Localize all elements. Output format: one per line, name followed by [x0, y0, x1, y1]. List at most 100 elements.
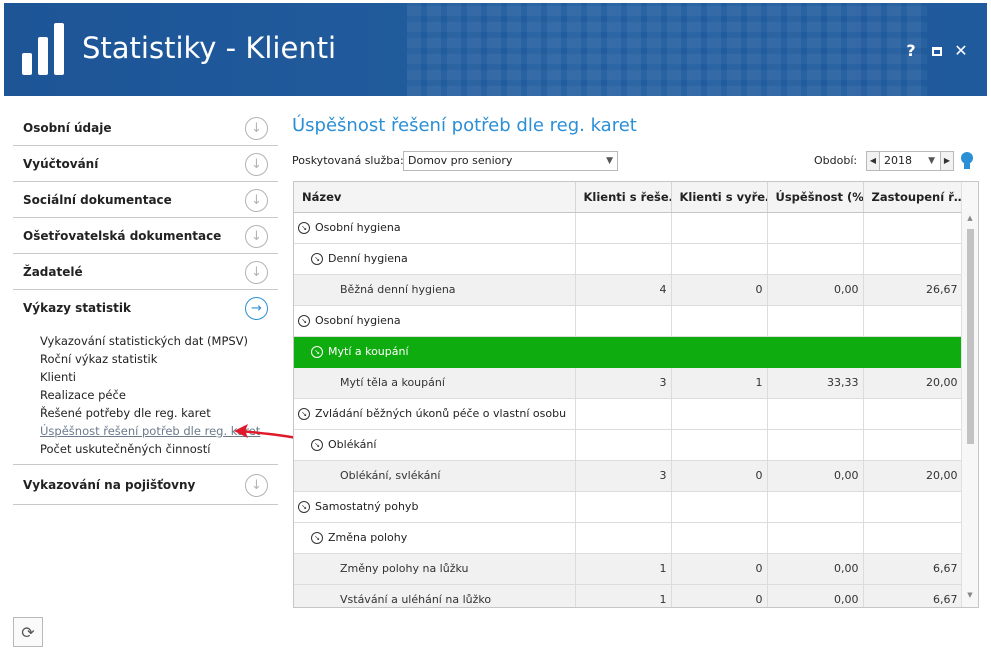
chevron-down-icon[interactable]: ↓ [245, 261, 268, 284]
cell-c4 [863, 305, 963, 337]
scroll-down-icon[interactable]: ▼ [962, 591, 978, 605]
row-label: Vstávání a uléhání na lůžko [340, 593, 492, 606]
cell-c1 [575, 429, 672, 461]
table-row[interactable]: ↘ Osobní hygiena [294, 212, 963, 244]
table-row[interactable]: ↘ Změna polohy [294, 522, 963, 554]
expand-toggle-icon[interactable]: ↘ [311, 252, 323, 265]
sidebar-section-osetrovatelska-dokumentace[interactable]: Ošetřovatelská dokumentace ↓ [13, 218, 278, 254]
data-grid: Název Klienti s řeše… Klienti s vyře… Ús… [293, 181, 979, 608]
cell-c1 [575, 243, 672, 275]
service-select[interactable]: Domov pro seniory ▼ [403, 151, 618, 171]
sidebar-item-klienti[interactable]: Klienti [40, 368, 278, 386]
column-header-nazev[interactable]: Název [294, 182, 576, 213]
table-row[interactable]: ↘ Osobní hygiena [294, 305, 963, 337]
cell-c3: 0,00 [767, 553, 864, 585]
sidebar-section-vykazovani-na-pojistovny[interactable]: Vykazování na pojišťovny ↓ [13, 465, 278, 505]
sidebar-section-osobni-udaje[interactable]: Osobní údaje ↓ [13, 110, 278, 146]
expand-toggle-icon[interactable]: ↘ [298, 500, 310, 513]
sidebar-section-vyuctovani[interactable]: Vyúčtování ↓ [13, 146, 278, 182]
table-row[interactable]: Běžná denní hygiena 4 0 0,00 26,67 [294, 274, 963, 306]
row-label: Osobní hygiena [315, 221, 401, 234]
expand-toggle-icon[interactable]: ↘ [311, 438, 323, 451]
cell-c1 [575, 212, 672, 244]
cell-c3 [767, 491, 864, 523]
dropdown-arrow-icon[interactable]: ▼ [928, 152, 935, 170]
cell-c2 [671, 243, 768, 275]
expand-toggle-icon[interactable]: ↘ [298, 314, 310, 327]
cell-name: ↘ Osobní hygiena [294, 305, 576, 337]
table-row[interactable]: ↘ Zvládání běžných úkonů péče o vlastní o… [294, 398, 963, 430]
expand-toggle-icon[interactable]: ↘ [298, 407, 310, 420]
table-row[interactable]: Změny polohy na lůžku 1 0 0,00 6,67 [294, 553, 963, 585]
chevron-down-icon[interactable]: ↓ [245, 225, 268, 248]
table-row[interactable]: Mytí těla a koupání 3 1 33,33 20,00 [294, 367, 963, 399]
lightbulb-icon[interactable] [960, 151, 974, 171]
scrollbar-thumb[interactable] [967, 229, 974, 444]
window-title: Statistiky - Klienti [82, 31, 337, 65]
column-header-uspesnost[interactable]: Úspěšnost (%) [767, 182, 864, 213]
close-button[interactable]: ✕ [953, 41, 969, 60]
table-row[interactable]: ↘ Mytí a koupání [294, 336, 963, 368]
section-label: Výkazy statistik [23, 301, 131, 315]
period-value: 2018 [884, 154, 912, 167]
chevron-down-icon[interactable]: ↓ [245, 474, 268, 497]
chevron-down-icon[interactable]: ↓ [245, 189, 268, 212]
column-header-klienti-s-resenim[interactable]: Klienti s řeše… [575, 182, 672, 213]
cell-c3: 0,00 [767, 274, 864, 306]
cell-c4 [863, 429, 963, 461]
row-label: Mytí a koupání [328, 345, 409, 358]
vertical-scrollbar[interactable]: ▲ ▼ [961, 182, 978, 607]
maximize-button[interactable] [929, 41, 945, 60]
sidebar-section-socialni-dokumentace[interactable]: Sociální dokumentace ↓ [13, 182, 278, 218]
section-label: Ošetřovatelská dokumentace [23, 228, 222, 243]
column-header-zastoupeni[interactable]: Zastoupení ř… [863, 182, 963, 213]
sidebar-section-vykazy-statistik[interactable]: Výkazy statistik → [13, 290, 278, 326]
expand-toggle-icon[interactable]: ↘ [298, 221, 310, 234]
expand-toggle-icon[interactable]: ↘ [311, 345, 323, 358]
chevron-down-icon[interactable]: ↓ [245, 117, 268, 140]
table-row[interactable]: Oblékání, svlékání 3 0 0,00 20,00 [294, 460, 963, 492]
sidebar-item-realizace-pece[interactable]: Realizace péče [40, 386, 278, 404]
table-row[interactable]: ↘ Samostatný pohyb [294, 491, 963, 523]
service-label: Poskytovaná služba: [292, 154, 404, 167]
row-label: Samostatný pohyb [315, 500, 419, 513]
help-button[interactable]: ? [903, 41, 919, 60]
expand-toggle-icon[interactable]: ↘ [311, 531, 323, 544]
table-row[interactable]: Vstávání a uléhání na lůžko 1 0 0,00 6,67 [294, 584, 963, 607]
cell-c4: 6,67 [863, 553, 963, 585]
sidebar-section-zadatele[interactable]: Žadatelé ↓ [13, 254, 278, 290]
cell-name: ↘ Oblékání [294, 429, 576, 461]
cell-c3: 0,00 [767, 460, 864, 492]
cell-c4: 20,00 [863, 460, 963, 492]
next-period-button[interactable]: ▶ [940, 152, 953, 170]
section-label: Vyúčtování [23, 156, 99, 171]
period-picker[interactable]: ◀ 2018 ▼ ▶ [866, 151, 954, 171]
sidebar-item-rocni-vykaz-statistik[interactable]: Roční výkaz statistik [40, 350, 278, 368]
cell-name: Běžná denní hygiena [294, 274, 576, 306]
sidebar-item-vykazovani-statistickych-dat[interactable]: Vykazování statistických dat (MPSV) [40, 332, 278, 350]
cell-c1: 1 [575, 553, 672, 585]
table-row[interactable]: ↘ Denní hygiena [294, 243, 963, 275]
refresh-icon: ⟳ [21, 622, 35, 642]
row-label: Oblékání, svlékání [340, 469, 441, 482]
cell-c2: 0 [671, 274, 768, 306]
title-bar: Statistiky - Klienti ? ✕ [4, 3, 987, 96]
section-label: Žadatelé [23, 264, 83, 279]
cell-c1 [575, 305, 672, 337]
cell-name: ↘ Samostatný pohyb [294, 491, 576, 523]
cell-c3: 33,33 [767, 367, 864, 399]
prev-period-button[interactable]: ◀ [867, 152, 880, 170]
cell-c1 [575, 522, 672, 554]
refresh-button[interactable]: ⟳ [13, 617, 43, 647]
scroll-up-icon[interactable]: ▲ [962, 214, 978, 228]
column-header-klienti-s-vyresenim[interactable]: Klienti s vyře… [671, 182, 768, 213]
cell-c4 [863, 398, 963, 430]
cell-name: Změny polohy na lůžku [294, 553, 576, 585]
arrow-right-icon[interactable]: → [245, 297, 268, 320]
cell-c4: 20,00 [863, 367, 963, 399]
table-row[interactable]: ↘ Oblékání [294, 429, 963, 461]
cell-c2 [671, 212, 768, 244]
cell-c4 [863, 336, 963, 368]
chevron-down-icon[interactable]: ↓ [245, 153, 268, 176]
cell-c2: 0 [671, 460, 768, 492]
